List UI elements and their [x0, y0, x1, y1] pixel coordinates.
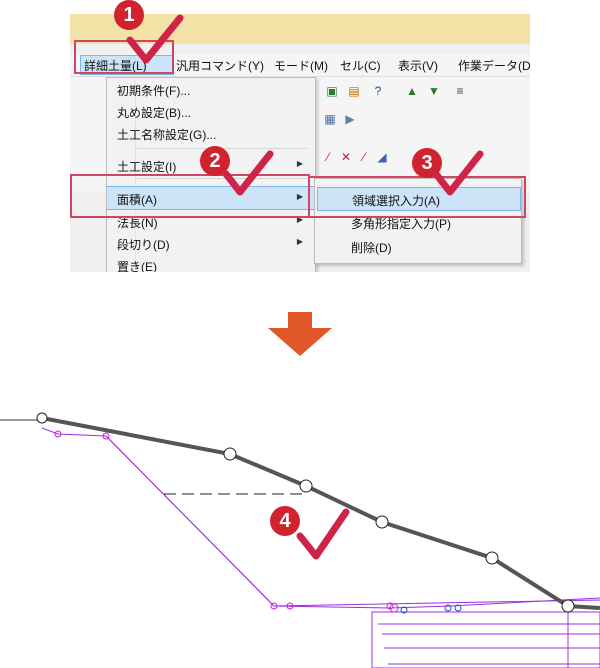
menu-item-placement[interactable]: 置き(E) [107, 254, 315, 272]
highlight-box-submenu-item [308, 176, 526, 218]
list-icon[interactable]: ≡ [452, 83, 468, 99]
submenu-arrow-icon: ▶ [296, 159, 303, 168]
menu-item-label: 土工名称設定(G)... [117, 128, 217, 142]
down-arrow-icon [268, 312, 332, 356]
submenu-item-delete[interactable]: 削除(D) [317, 235, 519, 257]
submenu-arrow-icon: ▶ [296, 237, 303, 246]
menu-item-label: 初期条件(F)... [117, 84, 191, 98]
menu-item-label: 土工設定(I) [117, 160, 177, 174]
toolbar-icon[interactable]: ◢ [374, 149, 390, 165]
highlight-box-area-item [70, 174, 310, 218]
toolbar-icon[interactable]: ▣ [324, 83, 340, 99]
toolbar-icon[interactable]: ▶ [342, 111, 358, 127]
menubar-item-general-command[interactable]: 汎用コマンド(Y) [176, 57, 264, 74]
menubar-item-cell[interactable]: セル(C) [340, 57, 381, 74]
cross-line-icon[interactable]: ✕ [338, 149, 354, 165]
help-icon[interactable]: ? [370, 83, 386, 99]
checkmark-icon [222, 150, 274, 196]
menubar-item-mode[interactable]: モード(M) [274, 57, 328, 74]
menu-item-label: 丸め設定(B)... [117, 106, 191, 120]
down-icon[interactable]: ▼ [426, 83, 442, 99]
cross-section-drawing[interactable] [0, 380, 600, 668]
submenu-item-label: 削除(D) [351, 241, 392, 255]
draw-line-icon[interactable]: ⁄ [320, 149, 336, 165]
menubar-item-view[interactable]: 表示(V) [398, 57, 438, 74]
up-icon[interactable]: ▲ [404, 83, 420, 99]
menu-item-initial-conditions[interactable]: 初期条件(F)... [107, 78, 315, 100]
menu-item-rounding-settings[interactable]: 丸め設定(B)... [107, 100, 315, 122]
menubar-item-work-data[interactable]: 作業データ(D [458, 57, 530, 74]
menu-item-label: 置き(E) [117, 260, 157, 272]
menu-item-earthwork-name-settings[interactable]: 土工名称設定(G)... [107, 122, 315, 144]
checkmark-icon [432, 150, 484, 196]
draw-line-icon[interactable]: ⁄ [356, 149, 372, 165]
menu-item-label: 段切り(D) [117, 238, 170, 252]
toolbar-icon[interactable]: ▤ [346, 83, 362, 99]
checkmark-icon [126, 14, 184, 64]
toolbar-icon[interactable]: ▦ [322, 111, 338, 127]
menu-item-benching[interactable]: 段切り(D) ▶ [107, 232, 315, 254]
